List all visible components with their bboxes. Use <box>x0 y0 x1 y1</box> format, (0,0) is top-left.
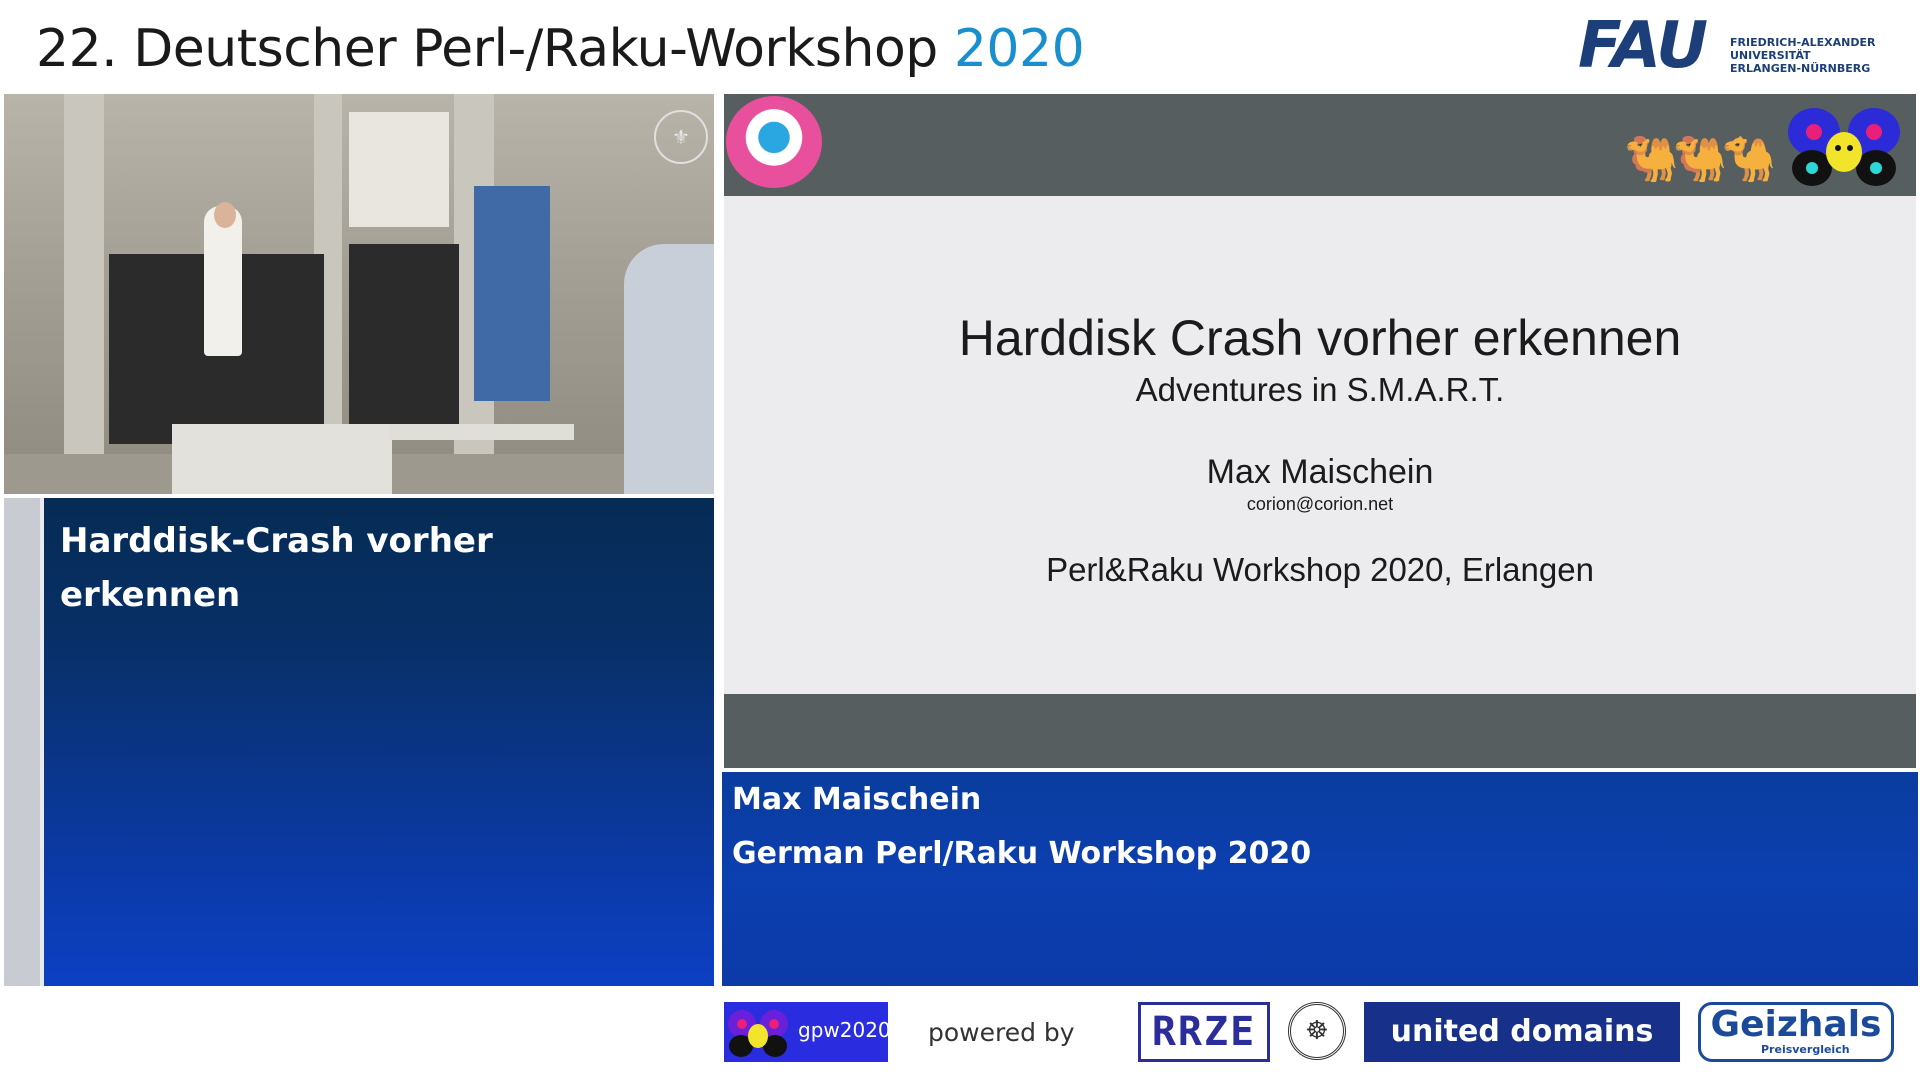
university-seal-icon: ⚜ <box>654 110 708 164</box>
slide-title: Harddisk Crash vorher erkennen <box>958 310 1682 366</box>
sponsor-footer: gpw2020 powered by RRZE ☸ united domains… <box>720 996 1920 1080</box>
slide-subtitle: Adventures in S.M.A.R.T. <box>1135 371 1505 408</box>
united-domains-logo: united domains <box>1364 1002 1680 1062</box>
presenter-head <box>214 202 236 228</box>
geizhals-logo: Geizhals Preisvergleich <box>1698 1002 1894 1062</box>
side-table <box>389 424 574 440</box>
speaker-name: Max Maischein <box>732 782 982 817</box>
gpw-butterfly-icon <box>728 1010 788 1057</box>
stream-title-year: 2020 <box>953 19 1085 79</box>
sponsor-banner <box>474 186 550 401</box>
panel-stripe-line <box>40 498 44 986</box>
event-name: German Perl/Raku Workshop 2020 <box>732 836 1312 871</box>
target-circle-icon <box>726 96 822 188</box>
talk-title: Harddisk-Crash vorher erkennen <box>60 521 493 615</box>
foreground-person <box>624 244 714 494</box>
geizhals-label: Geizhals <box>1710 1004 1882 1045</box>
fau-logo-line-3: ERLANGEN-NÜRNBERG <box>1730 62 1871 75</box>
talk-info-panel: Harddisk-Crash vorher erkennen <box>4 498 714 986</box>
united-domains-label: united domains <box>1390 1014 1654 1049</box>
stream-title-main: 22. Deutscher Perl-/Raku-Workshop <box>36 19 938 79</box>
fau-logo-mark: FAU <box>1578 9 1708 83</box>
presenter-figure <box>204 206 242 356</box>
geizhals-sublabel: Preisvergleich <box>1761 1043 1850 1056</box>
camel-caravan-icon: 🐫🐫🐪 <box>1624 134 1776 185</box>
rrze-label: RRZE <box>1151 1009 1257 1055</box>
fau-logo-line-2: UNIVERSITÄT <box>1730 49 1811 62</box>
projection-screen <box>349 112 449 227</box>
slide-author: Max Maischein <box>1206 453 1434 491</box>
fau-logo-line-1: FRIEDRICH-ALEXANDER <box>1730 36 1876 49</box>
raku-butterfly-icon <box>1788 108 1900 186</box>
stream-title: 22. Deutscher Perl-/Raku-Workshop 2020 <box>36 14 1085 84</box>
speaker-lower-third: Max Maischein German Perl/Raku Workshop … <box>722 772 1918 986</box>
powered-by-label: powered by <box>928 1018 1075 1047</box>
panel-stripe <box>4 498 40 986</box>
fau-logo: FAU FRIEDRICH-ALEXANDER UNIVERSITÄT ERLA… <box>1578 9 1898 83</box>
slide-email: corion@corion.net <box>1246 494 1394 514</box>
gpw-label: gpw2020 <box>798 1018 891 1042</box>
wall-column <box>64 94 104 494</box>
slide-bottom-bar <box>724 694 1916 768</box>
presenter-video-feed: ⚜ <box>4 94 714 494</box>
slide-event: Perl&Raku Workshop 2020, Erlangen <box>1046 551 1594 588</box>
fau-logo-subtext: FRIEDRICH-ALEXANDER UNIVERSITÄT ERLANGEN… <box>1730 36 1875 75</box>
lectern-desk <box>172 424 392 494</box>
gpw2020-logo: gpw2020 <box>724 1002 891 1062</box>
dark-window <box>349 244 459 434</box>
rrze-logo: RRZE <box>1138 1002 1270 1062</box>
seal-logo-icon: ☸ <box>1288 1002 1346 1060</box>
presentation-slide: 🐫🐫🐪 Harddisk Crash vorher erkennen Adven… <box>724 94 1916 768</box>
